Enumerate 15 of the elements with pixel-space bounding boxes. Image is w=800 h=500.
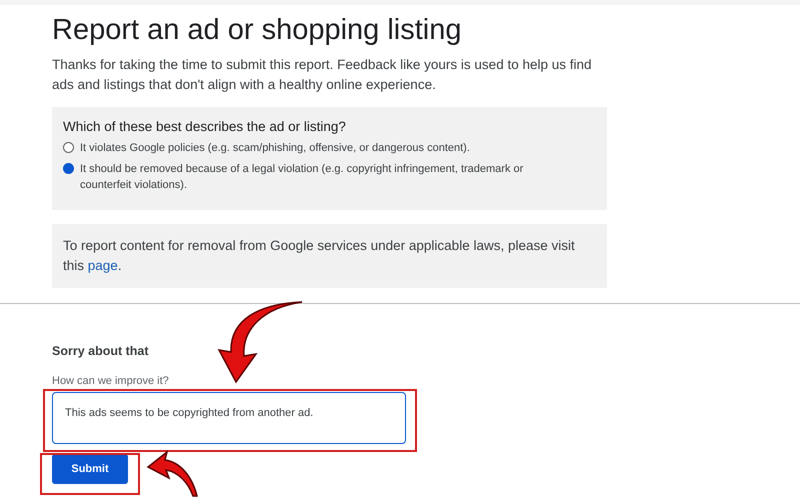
- page-title: Report an ad or shopping listing: [52, 13, 462, 47]
- intro-text: Thanks for taking the time to submit this report. Feedback like yours is used to help us find ads and listings that don't align with a healthy online experience.: [52, 56, 593, 94]
- curved-arrow-icon: [218, 301, 303, 383]
- radio-button[interactable]: [63, 142, 74, 153]
- option-label: It violates Google policies (e.g. scam/phishing, offensive, or dangerous content).: [80, 141, 470, 156]
- radio-button[interactable]: [63, 163, 74, 174]
- feedback-field[interactable]: This ads seems to be copyrighted from another ad.: [52, 392, 406, 444]
- curved-arrow-icon: [147, 451, 198, 497]
- submit-button[interactable]: Submit: [52, 454, 128, 484]
- notice-text: To report content for removal from Google services under applicable laws, please visit this page.: [63, 237, 576, 275]
- option-label: It should be removed because of a legal violation (e.g. copyright infringement, trademark or counterfeit violations).: [80, 162, 524, 193]
- question-label: Which of these best describes the ad or listing?: [63, 119, 347, 134]
- feedback-heading: Sorry about that: [52, 344, 150, 358]
- feedback-label: How can we improve it?: [52, 375, 170, 387]
- page-link[interactable]: page: [88, 258, 118, 273]
